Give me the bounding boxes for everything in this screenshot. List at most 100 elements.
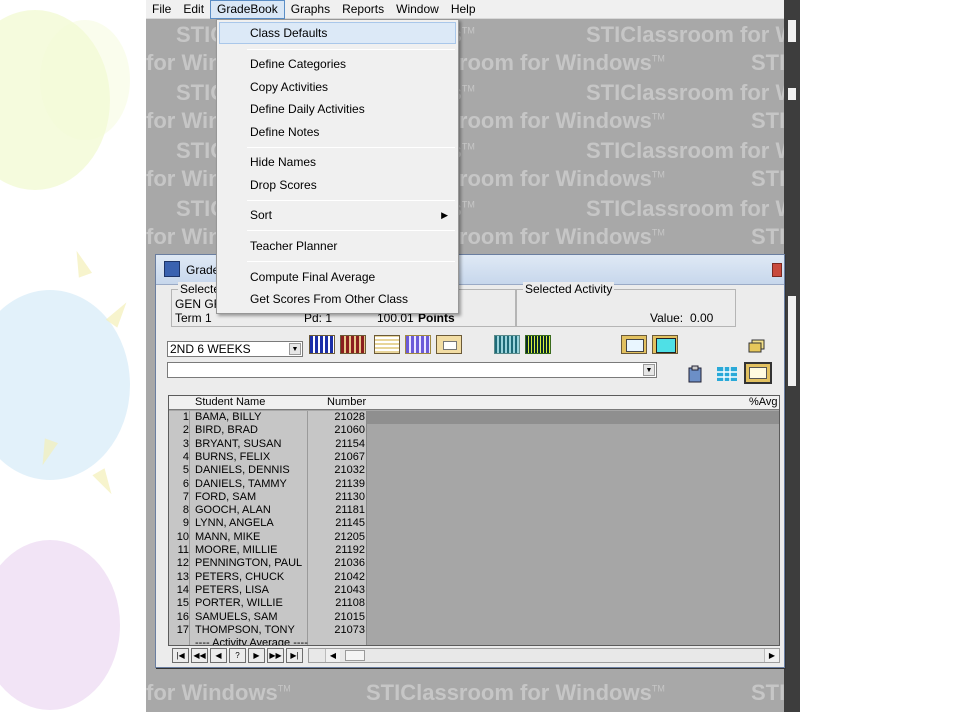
- student-name: MANN, MIKE: [195, 530, 261, 543]
- student-name: BIRD, BRAD: [195, 424, 258, 437]
- trademark-label: TM: [651, 169, 665, 180]
- prev-record-button[interactable]: ◀: [210, 648, 227, 663]
- view-teal-grid-button[interactable]: [494, 335, 520, 354]
- menu-gradebook[interactable]: GradeBook: [210, 0, 285, 19]
- next-page-button[interactable]: ▶▶: [267, 648, 284, 663]
- view-lines-button[interactable]: [374, 335, 400, 354]
- column-header-student-name[interactable]: Student Name: [195, 396, 265, 410]
- menu-item-teacher-planner[interactable]: Teacher Planner: [219, 235, 456, 257]
- view-purple-columns-button[interactable]: [405, 335, 431, 354]
- category-select[interactable]: ▼: [167, 362, 657, 378]
- menu-item-compute-final-average[interactable]: Compute Final Average: [219, 266, 456, 288]
- student-name: BRYANT, SUSAN: [195, 437, 282, 450]
- menu-item-hide-names[interactable]: Hide Names: [219, 151, 456, 173]
- menu-help[interactable]: Help: [445, 0, 482, 19]
- student-name: SAMUELS, SAM: [195, 610, 278, 623]
- column-header-number[interactable]: Number: [327, 396, 366, 410]
- menu-item-drop-scores[interactable]: Drop Scores: [219, 174, 456, 196]
- clipboard-icon[interactable]: [686, 365, 704, 383]
- table-row[interactable]: 8 GOOCH, ALAN 21181: [169, 504, 779, 517]
- last-record-button[interactable]: ▶|: [286, 648, 303, 663]
- student-number: 21067: [334, 450, 365, 463]
- folder-icon[interactable]: [748, 339, 766, 353]
- table-row[interactable]: 14 PETERS, LISA 21043: [169, 584, 779, 597]
- view-blue-columns-button[interactable]: [309, 335, 335, 354]
- student-number: 21130: [335, 490, 365, 503]
- prev-page-button[interactable]: ◀◀: [191, 648, 208, 663]
- student-name: THOMPSON, TONY: [195, 623, 295, 636]
- menu-item-define-notes[interactable]: Define Notes: [219, 121, 456, 143]
- table-row[interactable]: 1 BAMA, BILLY 21028: [169, 411, 779, 424]
- menu-item-class-defaults[interactable]: Class Defaults: [219, 22, 456, 44]
- frame-view-button[interactable]: [744, 362, 772, 384]
- watermark-text-label: STIClassroom for Windows: [586, 138, 800, 163]
- table-row[interactable]: 16 SAMUELS, SAM 21015: [169, 611, 779, 624]
- scroll-left-icon[interactable]: ◀: [325, 649, 340, 662]
- horizontal-scrollbar[interactable]: ◀ ▶: [308, 648, 780, 663]
- chevron-down-icon[interactable]: ▼: [289, 343, 301, 355]
- grid-view-icon[interactable]: [716, 366, 738, 382]
- scroll-right-icon[interactable]: ▶: [764, 649, 779, 662]
- menu-item-define-categories[interactable]: Define Categories: [219, 53, 456, 75]
- view-red-columns-button[interactable]: [340, 335, 366, 354]
- student-name: LYNN, ANGELA: [195, 517, 274, 530]
- scroll-thumb[interactable]: [345, 650, 365, 661]
- student-number: 21042: [334, 570, 365, 583]
- find-record-button[interactable]: ?: [229, 648, 246, 663]
- activity-average-row: ---- Activity Average ----: [169, 637, 779, 645]
- menu-window[interactable]: Window: [390, 0, 445, 19]
- view-barcode-button[interactable]: [525, 335, 551, 354]
- balloon-decoration-purple: [0, 540, 120, 710]
- next-record-button[interactable]: ▶: [248, 648, 265, 663]
- menu-file[interactable]: File: [146, 0, 177, 19]
- trademark-label: TM: [651, 683, 665, 694]
- row-index: 17: [176, 623, 189, 636]
- watermark-text-label: for Windows: [146, 680, 278, 705]
- row-index: 3: [182, 437, 189, 450]
- row-index: 8: [182, 504, 189, 517]
- table-row[interactable]: 13 PETERS, CHUCK 21042: [169, 571, 779, 584]
- student-number: 21043: [334, 583, 365, 596]
- menu-reports[interactable]: Reports: [336, 0, 390, 19]
- table-row[interactable]: 11 MOORE, MILLIE 21192: [169, 544, 779, 557]
- table-row[interactable]: 4 BURNS, FELIX 21067: [169, 451, 779, 464]
- table-row[interactable]: 15 PORTER, WILLIE 21108: [169, 597, 779, 610]
- table-row[interactable]: 3 BRYANT, SUSAN 21154: [169, 438, 779, 451]
- watermark-text: for WindowsTM: [146, 680, 291, 706]
- menu-item-sort[interactable]: Sort ▶: [219, 204, 456, 226]
- table-row[interactable]: 12 PENNINGTON, PAUL 21036: [169, 557, 779, 570]
- menu-item-copy-activities[interactable]: Copy Activities: [219, 76, 456, 98]
- window-layout-button[interactable]: [621, 335, 647, 354]
- column-header-avg[interactable]: %Avg: [749, 396, 778, 410]
- table-row[interactable]: 2 BIRD, BRAD 21060: [169, 424, 779, 437]
- student-number: 21060: [334, 424, 365, 437]
- table-row[interactable]: 5 DANIELS, DENNIS 21032: [169, 464, 779, 477]
- table-row[interactable]: 9 LYNN, ANGELA 21145: [169, 517, 779, 530]
- table-row[interactable]: 7 FORD, SAM 21130: [169, 491, 779, 504]
- scroll-arrow-icon[interactable]: [788, 20, 796, 42]
- menu-item-get-scores-from-other-class[interactable]: Get Scores From Other Class: [219, 288, 456, 310]
- first-record-button[interactable]: |◀: [172, 648, 189, 663]
- student-name: GOOCH, ALAN: [195, 504, 271, 517]
- grading-period-select[interactable]: 2ND 6 WEEKS ▼: [167, 341, 303, 357]
- close-icon[interactable]: [772, 263, 782, 277]
- table-row[interactable]: 17 THOMPSON, TONY 21073: [169, 624, 779, 637]
- menu-edit[interactable]: Edit: [177, 0, 210, 19]
- view-blank-button[interactable]: [436, 335, 462, 354]
- menu-item-sort-label: Sort: [250, 208, 273, 222]
- screen-layout-button[interactable]: [652, 335, 678, 354]
- activity-value: 0.00: [690, 311, 714, 325]
- trademark-label: TM: [461, 141, 475, 152]
- watermark-text-label: STIClassroom for Windows: [586, 22, 800, 47]
- side-tab[interactable]: [788, 88, 796, 100]
- menu-separator: [247, 200, 455, 201]
- menu-graphs[interactable]: Graphs: [285, 0, 336, 19]
- student-name: PORTER, WILLIE: [195, 597, 283, 610]
- trademark-label: TM: [651, 111, 665, 122]
- menu-item-define-daily-activities[interactable]: Define Daily Activities: [219, 98, 456, 120]
- chevron-down-icon[interactable]: ▼: [643, 364, 655, 376]
- table-row[interactable]: 6 DANIELS, TAMMY 21139: [169, 478, 779, 491]
- table-row[interactable]: 10 MANN, MIKE 21205: [169, 531, 779, 544]
- row-index: 2: [182, 424, 189, 437]
- menu-separator: [247, 261, 455, 262]
